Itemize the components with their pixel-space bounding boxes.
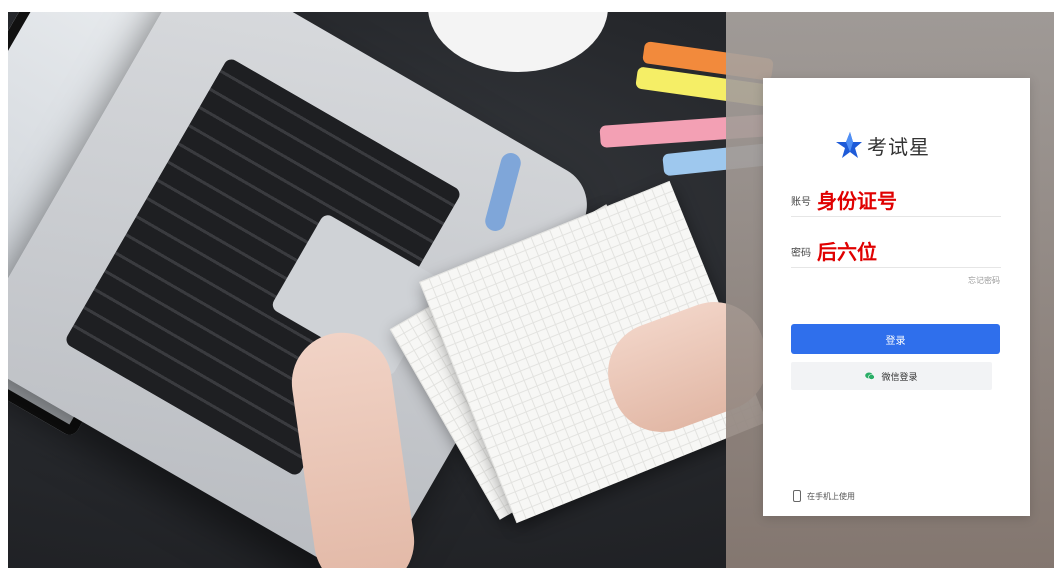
brand-logo: 考试星: [833, 130, 930, 160]
wechat-login-label: 微信登录: [881, 372, 918, 383]
brand-name: 考试星: [867, 134, 930, 159]
account-value: 身份证号: [817, 189, 897, 213]
star-logo-icon: [836, 132, 862, 158]
login-card: 考试星 账号 身份证号 密码 后六位 忘记密码 登录 微信登录 在手机上使用: [763, 78, 1030, 516]
account-field[interactable]: 账号 身份证号: [791, 182, 1001, 217]
cup-decor: [428, 12, 608, 72]
password-label: 密码: [791, 248, 811, 259]
phone-icon: [793, 490, 801, 502]
forgot-password-link[interactable]: 忘记密码: [968, 275, 1000, 286]
password-value: 后六位: [817, 240, 877, 264]
account-label: 账号: [791, 197, 811, 208]
mobile-label: 在手机上使用: [807, 491, 855, 501]
use-on-mobile-link[interactable]: 在手机上使用: [793, 490, 855, 502]
login-button[interactable]: 登录: [791, 324, 1000, 354]
wechat-icon: [865, 372, 876, 380]
wechat-login-button[interactable]: 微信登录: [791, 362, 992, 390]
password-field[interactable]: 密码 后六位: [791, 233, 1001, 268]
